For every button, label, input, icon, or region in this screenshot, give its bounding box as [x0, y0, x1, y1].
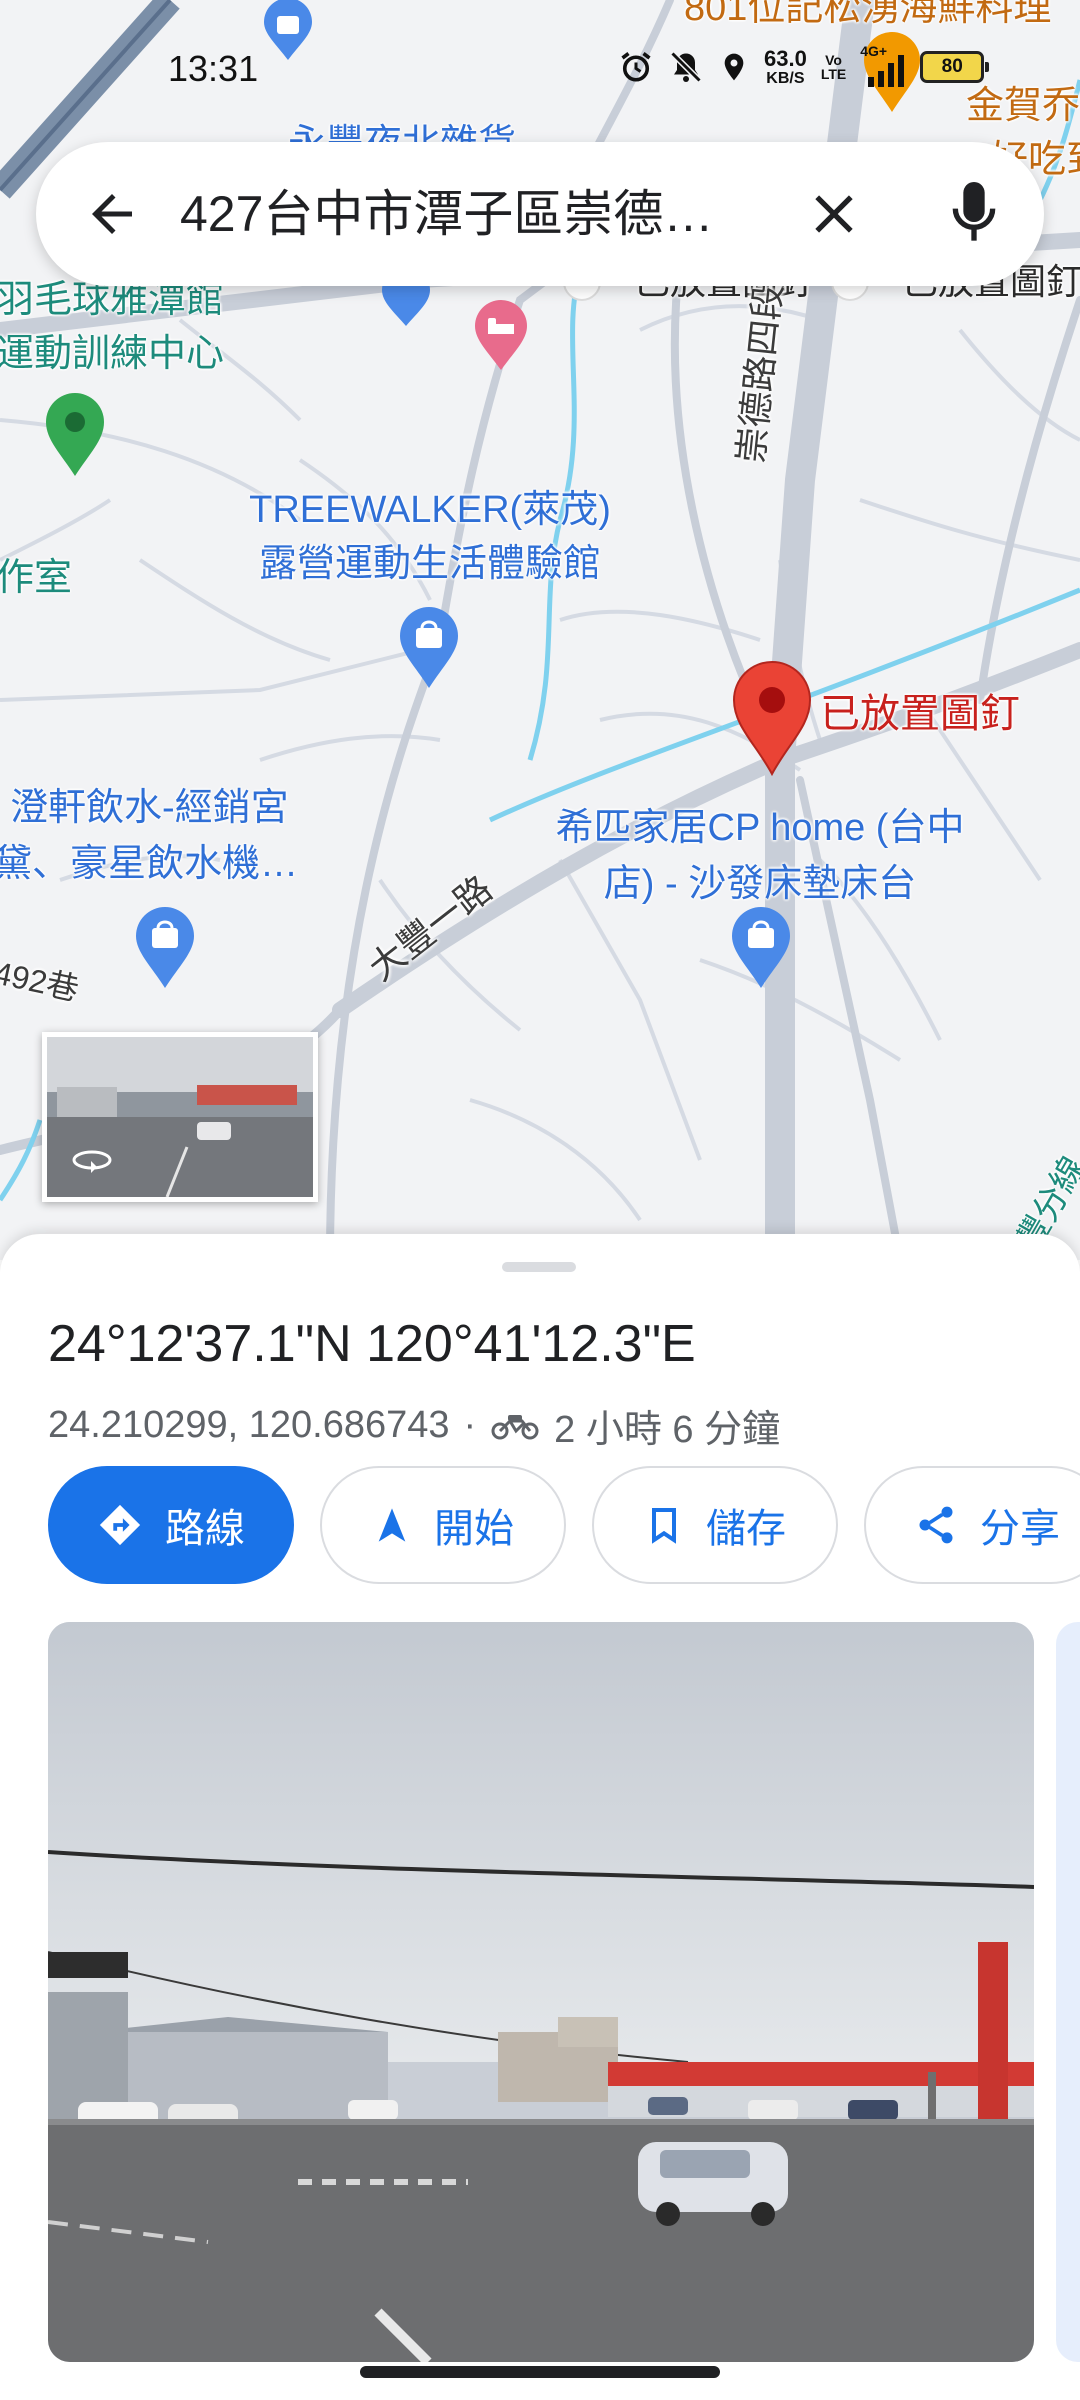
bookmark-icon — [652, 1508, 676, 1544]
place-sheet[interactable]: 24°12'37.1"N 120°41'12.3"E 24.210299, 12… — [0, 1234, 1080, 2400]
street-view-photo[interactable] — [48, 1622, 1034, 2362]
poi-pin-green-icon[interactable] — [44, 392, 106, 478]
shopping-pin-icon[interactable] — [134, 906, 196, 990]
directions-button[interactable]: 路線 — [48, 1466, 294, 1584]
map-label-treewalker-2[interactable]: 露營運動生活體驗館 — [230, 540, 630, 588]
share-label: 分享 — [980, 1507, 1060, 1551]
location-icon — [724, 53, 744, 81]
share-icon — [919, 1506, 953, 1544]
signal-bars-icon — [868, 55, 905, 87]
directions-icon — [99, 1504, 141, 1546]
coordinates-subtitle: 24.210299, 120.686743 · 2 小時 6 分鐘 — [48, 1398, 780, 1453]
motorcycle-icon — [491, 1414, 539, 1439]
coordinates-title: 24°12'37.1"N 120°41'12.3"E — [48, 1315, 696, 1373]
save-button[interactable]: 儲存 — [592, 1466, 838, 1584]
map-label-home[interactable]: 希匹家居CP home (台中 — [520, 804, 1000, 852]
map-label-badminton-2[interactable]: 運動訓練中心 — [0, 330, 224, 378]
street-view-photo-image — [48, 1622, 1034, 2362]
notifications-off-icon — [670, 51, 702, 83]
save-label: 儲存 — [706, 1507, 786, 1551]
gesture-nav-bar[interactable] — [360, 2366, 720, 2378]
map-label-water[interactable]: 澄軒飲水-經銷宮 — [10, 784, 289, 832]
back-arrow-icon[interactable] — [82, 184, 142, 244]
network-speed-unit: KB/S — [766, 69, 805, 87]
volte-bottom: LTE — [820, 66, 847, 82]
battery-level: 80 — [941, 56, 963, 77]
search-bar[interactable]: 427台中市潭子區崇德… — [36, 142, 1044, 286]
shopping-pin-icon[interactable] — [730, 906, 792, 990]
street-view-thumbnail[interactable] — [42, 1032, 318, 1202]
map-label-studio[interactable]: 作室 — [0, 554, 72, 602]
search-query[interactable]: 427台中市潭子區崇德… — [180, 182, 800, 246]
network-speed-value: 63.0 — [764, 45, 807, 71]
drag-handle[interactable] — [502, 1262, 576, 1272]
rotate-360-icon — [72, 1150, 112, 1173]
network-speed: 63.0 KB/S — [764, 45, 807, 87]
map-label-treewalker[interactable]: TREEWALKER(萊茂) — [230, 486, 630, 534]
volte-indicator: Vo LTE — [821, 53, 846, 81]
map-label-water-2[interactable]: 黛、豪星飲水機… — [0, 840, 298, 888]
directions-label: 路線 — [165, 1507, 245, 1551]
status-time: 13:31 — [168, 48, 259, 89]
dropped-pin-icon[interactable] — [730, 660, 814, 776]
status-icons: 63.0 KB/S Vo LTE 4G+ 80 — [618, 42, 990, 92]
close-icon[interactable] — [802, 182, 866, 246]
volte-top: Vo — [825, 52, 842, 68]
coordinates-decimal[interactable]: 24.210299, 120.686743 — [48, 1404, 450, 1447]
map-label-home-2[interactable]: 店) - 沙發床墊床台 — [520, 860, 1000, 908]
start-label: 開始 — [434, 1507, 514, 1551]
status-bar: 13:31 63.0 KB/S Vo LTE 4G+ 80 — [0, 0, 1080, 140]
battery-icon: 80 — [920, 51, 990, 83]
hotel-pin-icon[interactable] — [472, 300, 530, 372]
dropped-pin-label[interactable]: 已放置圖釘 — [820, 690, 1020, 738]
microphone-icon[interactable] — [942, 176, 1006, 252]
navigation-arrow-icon — [378, 1508, 406, 1542]
start-button[interactable]: 開始 — [320, 1466, 566, 1584]
separator-dot: · — [463, 1404, 477, 1446]
action-chips: 路線 開始 儲存 分享 — [48, 1466, 1080, 1584]
alarm-icon — [621, 52, 651, 82]
next-photo-peek[interactable] — [1056, 1622, 1080, 2362]
signal-icon: 4G+ — [860, 43, 906, 87]
travel-time: 2 小時 6 分鐘 — [554, 1409, 781, 1451]
shopping-pin-icon[interactable] — [398, 606, 460, 690]
share-button[interactable]: 分享 — [864, 1466, 1080, 1584]
